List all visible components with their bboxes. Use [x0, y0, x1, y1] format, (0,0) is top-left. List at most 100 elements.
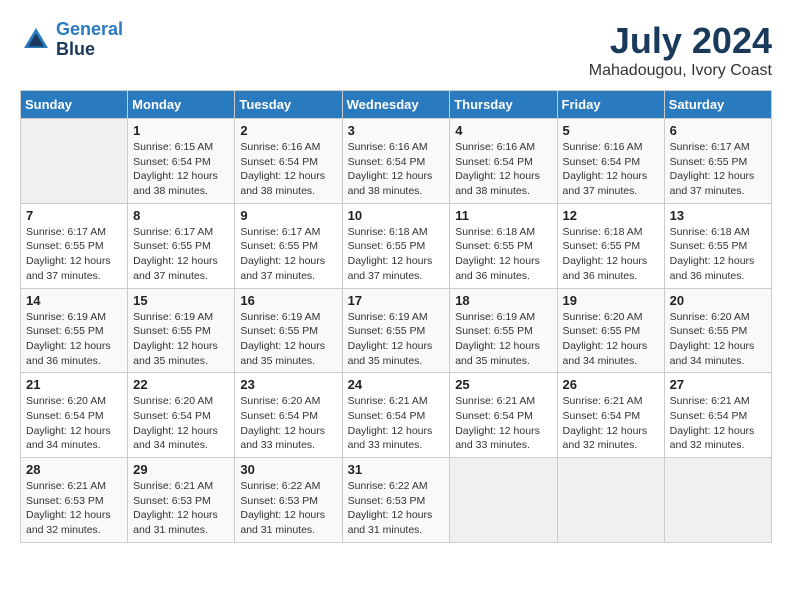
day-number: 17	[348, 293, 445, 308]
day-info: Sunrise: 6:15 AMSunset: 6:54 PMDaylight:…	[133, 140, 229, 199]
calendar-cell: 7 Sunrise: 6:17 AMSunset: 6:55 PMDaylight…	[21, 203, 128, 288]
day-number: 31	[348, 462, 445, 477]
day-info: Sunrise: 6:17 AMSunset: 6:55 PMDaylight:…	[133, 225, 229, 284]
calendar-cell: 6 Sunrise: 6:17 AMSunset: 6:55 PMDaylight…	[664, 119, 771, 204]
calendar-cell: 19 Sunrise: 6:20 AMSunset: 6:55 PMDayligh…	[557, 288, 664, 373]
calendar-cell: 16 Sunrise: 6:19 AMSunset: 6:55 PMDayligh…	[235, 288, 342, 373]
location-title: Mahadougou, Ivory Coast	[589, 62, 772, 80]
logo: General Blue	[20, 20, 123, 60]
day-number: 6	[670, 123, 766, 138]
day-info: Sunrise: 6:19 AMSunset: 6:55 PMDaylight:…	[133, 310, 229, 369]
day-number: 13	[670, 208, 766, 223]
day-number: 16	[240, 293, 336, 308]
calendar-cell	[450, 458, 557, 543]
week-row-3: 14 Sunrise: 6:19 AMSunset: 6:55 PMDayligh…	[21, 288, 772, 373]
day-info: Sunrise: 6:20 AMSunset: 6:54 PMDaylight:…	[26, 394, 122, 453]
calendar-cell: 28Sunrise: 6:21 AMSunset: 6:53 PMDayligh…	[21, 458, 128, 543]
header-tuesday: Tuesday	[235, 91, 342, 119]
day-info: Sunrise: 6:16 AMSunset: 6:54 PMDaylight:…	[240, 140, 336, 199]
calendar-cell: 5 Sunrise: 6:16 AMSunset: 6:54 PMDaylight…	[557, 119, 664, 204]
logo-text: General Blue	[56, 20, 123, 60]
calendar-cell: 12Sunrise: 6:18 AMSunset: 6:55 PMDayligh…	[557, 203, 664, 288]
day-number: 3	[348, 123, 445, 138]
calendar-cell: 2 Sunrise: 6:16 AMSunset: 6:54 PMDaylight…	[235, 119, 342, 204]
day-number: 30	[240, 462, 336, 477]
day-number: 2	[240, 123, 336, 138]
page-header: General Blue July 2024 Mahadougou, Ivory…	[20, 20, 772, 80]
day-info: Sunrise: 6:16 AMSunset: 6:54 PMDaylight:…	[455, 140, 551, 199]
day-info: Sunrise: 6:20 AMSunset: 6:54 PMDaylight:…	[240, 394, 336, 453]
calendar-cell	[21, 119, 128, 204]
day-info: Sunrise: 6:18 AMSunset: 6:55 PMDaylight:…	[670, 225, 766, 284]
calendar-cell: 26 Sunrise: 6:21 AMSunset: 6:54 PMDayligh…	[557, 373, 664, 458]
day-number: 8	[133, 208, 229, 223]
day-info: Sunrise: 6:22 AMSunset: 6:53 PMDaylight:…	[348, 479, 445, 538]
day-number: 7	[26, 208, 122, 223]
day-info: Sunrise: 6:19 AMSunset: 6:55 PMDaylight:…	[240, 310, 336, 369]
calendar-cell: 27Sunrise: 6:21 AMSunset: 6:54 PMDayligh…	[664, 373, 771, 458]
day-number: 20	[670, 293, 766, 308]
month-title: July 2024	[589, 20, 772, 62]
day-number: 21	[26, 377, 122, 392]
calendar-cell	[557, 458, 664, 543]
calendar-cell: 23 Sunrise: 6:20 AMSunset: 6:54 PMDayligh…	[235, 373, 342, 458]
calendar-cell: 10Sunrise: 6:18 AMSunset: 6:55 PMDayligh…	[342, 203, 450, 288]
calendar-cell: 3 Sunrise: 6:16 AMSunset: 6:54 PMDaylight…	[342, 119, 450, 204]
calendar-table: SundayMondayTuesdayWednesdayThursdayFrid…	[20, 90, 772, 543]
calendar-cell: 4 Sunrise: 6:16 AMSunset: 6:54 PMDaylight…	[450, 119, 557, 204]
calendar-cell: 31 Sunrise: 6:22 AMSunset: 6:53 PMDayligh…	[342, 458, 450, 543]
calendar-header-row: SundayMondayTuesdayWednesdayThursdayFrid…	[21, 91, 772, 119]
calendar-cell: 11Sunrise: 6:18 AMSunset: 6:55 PMDayligh…	[450, 203, 557, 288]
day-number: 12	[563, 208, 659, 223]
day-info: Sunrise: 6:21 AMSunset: 6:54 PMDaylight:…	[563, 394, 659, 453]
header-thursday: Thursday	[450, 91, 557, 119]
day-number: 18	[455, 293, 551, 308]
day-info: Sunrise: 6:16 AMSunset: 6:54 PMDaylight:…	[563, 140, 659, 199]
day-info: Sunrise: 6:19 AMSunset: 6:55 PMDaylight:…	[348, 310, 445, 369]
calendar-cell: 29Sunrise: 6:21 AMSunset: 6:53 PMDayligh…	[128, 458, 235, 543]
day-number: 25	[455, 377, 551, 392]
logo-icon	[20, 24, 52, 56]
header-sunday: Sunday	[21, 91, 128, 119]
day-number: 24	[348, 377, 445, 392]
day-number: 9	[240, 208, 336, 223]
day-number: 15	[133, 293, 229, 308]
calendar-cell: 24 Sunrise: 6:21 AMSunset: 6:54 PMDayligh…	[342, 373, 450, 458]
day-info: Sunrise: 6:17 AMSunset: 6:55 PMDaylight:…	[26, 225, 122, 284]
calendar-cell: 21 Sunrise: 6:20 AMSunset: 6:54 PMDayligh…	[21, 373, 128, 458]
day-info: Sunrise: 6:20 AMSunset: 6:55 PMDaylight:…	[563, 310, 659, 369]
day-number: 19	[563, 293, 659, 308]
calendar-cell: 18 Sunrise: 6:19 AMSunset: 6:55 PMDayligh…	[450, 288, 557, 373]
calendar-cell	[664, 458, 771, 543]
day-info: Sunrise: 6:19 AMSunset: 6:55 PMDaylight:…	[26, 310, 122, 369]
calendar-cell: 9Sunrise: 6:17 AMSunset: 6:55 PMDaylight…	[235, 203, 342, 288]
day-info: Sunrise: 6:18 AMSunset: 6:55 PMDaylight:…	[348, 225, 445, 284]
calendar-cell: 17 Sunrise: 6:19 AMSunset: 6:55 PMDayligh…	[342, 288, 450, 373]
day-number: 26	[563, 377, 659, 392]
day-info: Sunrise: 6:22 AMSunset: 6:53 PMDaylight:…	[240, 479, 336, 538]
day-number: 1	[133, 123, 229, 138]
header-monday: Monday	[128, 91, 235, 119]
day-info: Sunrise: 6:21 AMSunset: 6:53 PMDaylight:…	[133, 479, 229, 538]
day-info: Sunrise: 6:21 AMSunset: 6:54 PMDaylight:…	[348, 394, 445, 453]
header-saturday: Saturday	[664, 91, 771, 119]
day-number: 4	[455, 123, 551, 138]
header-wednesday: Wednesday	[342, 91, 450, 119]
week-row-4: 21 Sunrise: 6:20 AMSunset: 6:54 PMDayligh…	[21, 373, 772, 458]
day-number: 28	[26, 462, 122, 477]
day-info: Sunrise: 6:20 AMSunset: 6:55 PMDaylight:…	[670, 310, 766, 369]
calendar-cell: 1 Sunrise: 6:15 AMSunset: 6:54 PMDaylight…	[128, 119, 235, 204]
day-info: Sunrise: 6:16 AMSunset: 6:54 PMDaylight:…	[348, 140, 445, 199]
day-number: 22	[133, 377, 229, 392]
day-info: Sunrise: 6:19 AMSunset: 6:55 PMDaylight:…	[455, 310, 551, 369]
header-friday: Friday	[557, 91, 664, 119]
calendar-cell: 13 Sunrise: 6:18 AMSunset: 6:55 PMDayligh…	[664, 203, 771, 288]
day-number: 14	[26, 293, 122, 308]
calendar-cell: 14 Sunrise: 6:19 AMSunset: 6:55 PMDayligh…	[21, 288, 128, 373]
day-info: Sunrise: 6:17 AMSunset: 6:55 PMDaylight:…	[670, 140, 766, 199]
calendar-cell: 20 Sunrise: 6:20 AMSunset: 6:55 PMDayligh…	[664, 288, 771, 373]
day-info: Sunrise: 6:21 AMSunset: 6:54 PMDaylight:…	[455, 394, 551, 453]
week-row-5: 28 Sunrise: 6:21 AMSunset: 6:53 PMDayligh…	[21, 458, 772, 543]
day-number: 5	[563, 123, 659, 138]
day-number: 23	[240, 377, 336, 392]
